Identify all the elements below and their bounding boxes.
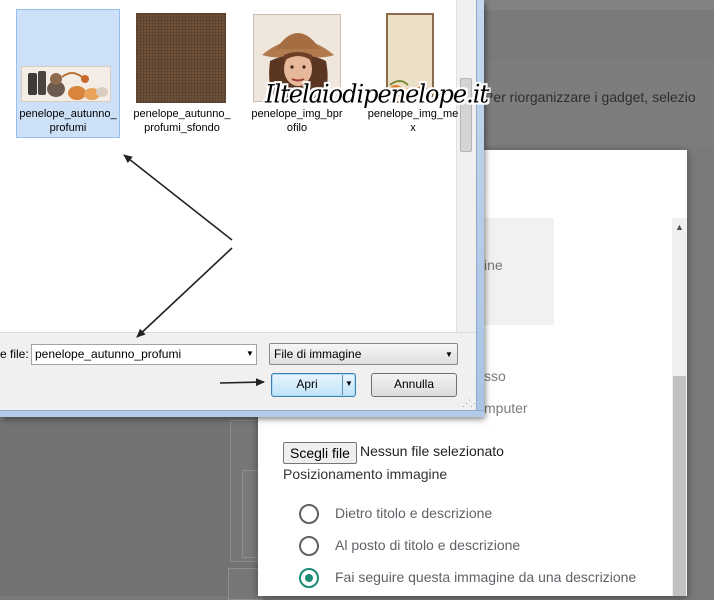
radio-behind-title-label: Dietro titolo e descrizione (335, 505, 493, 521)
upload-from-computer-label: mputer (484, 400, 528, 416)
no-file-selected-text: Nessun file selezionato (360, 443, 504, 459)
file-thumbnail[interactable] (21, 66, 111, 102)
radio-behind-title[interactable] (299, 504, 319, 524)
chevron-down-icon[interactable]: ▼ (246, 349, 254, 358)
filename-label: e file: (0, 347, 29, 361)
layout-gadget-box (228, 568, 262, 600)
choose-file-button[interactable]: Scegli file (283, 442, 357, 464)
window-frame (0, 410, 484, 417)
radio-instead-of-title-label: Al posto di titolo e descrizione (335, 537, 521, 553)
cancel-button-label[interactable]: Annulla (371, 377, 457, 391)
file-name-text: penelope_img_mex (367, 108, 459, 134)
radio-image-then-description-label: Fai seguire questa immagine da una descr… (335, 569, 637, 585)
chevron-down-icon[interactable]: ▼ (345, 379, 353, 388)
file-name-text: penelope_autunno_profumi_sfondo (133, 108, 231, 134)
file-name-label[interactable]: penelope_autunno_profumi_sfondo (132, 107, 232, 135)
radio-instead-of-title[interactable] (299, 536, 319, 556)
scroll-up-icon[interactable]: ▲ (673, 220, 686, 234)
resize-grip-icon[interactable]: ⋰⋰ (462, 398, 479, 409)
file-name-label[interactable]: penelope_img_bprofilo (250, 107, 344, 135)
dialog-scrollbar-thumb[interactable] (673, 376, 686, 596)
file-name-label[interactable]: penelope_img_mex (366, 107, 460, 135)
file-name-label[interactable]: penelope_autunno_profumi (18, 107, 118, 135)
upload-from-web-label: sso (484, 368, 506, 384)
chevron-down-icon[interactable]: ▼ (445, 350, 453, 359)
image-option-text: ine (484, 257, 503, 273)
file-name-text: penelope_img_bprofilo (251, 108, 343, 134)
file-name-text: penelope_autunno_profumi (19, 108, 117, 134)
file-thumbnail[interactable] (136, 13, 226, 103)
filename-value[interactable]: penelope_autunno_profumi (35, 347, 181, 361)
filetype-value[interactable]: File di immagine (274, 347, 361, 361)
autumn-pumpkins-banner-icon (22, 67, 110, 101)
open-button-label[interactable]: Apri (271, 377, 343, 391)
split-divider (342, 375, 343, 395)
image-placement-heading: Posizionamento immagine (283, 466, 448, 482)
gadget-hint-text: Per riorganizzare i gadget, selezio (484, 89, 696, 105)
layout-panel (0, 420, 258, 596)
file-list-scrollbar[interactable] (456, 0, 476, 332)
window-frame (476, 0, 484, 417)
radio-image-then-description[interactable] (299, 568, 319, 588)
watermark: Iltelaiodipenelope.it (265, 79, 489, 109)
